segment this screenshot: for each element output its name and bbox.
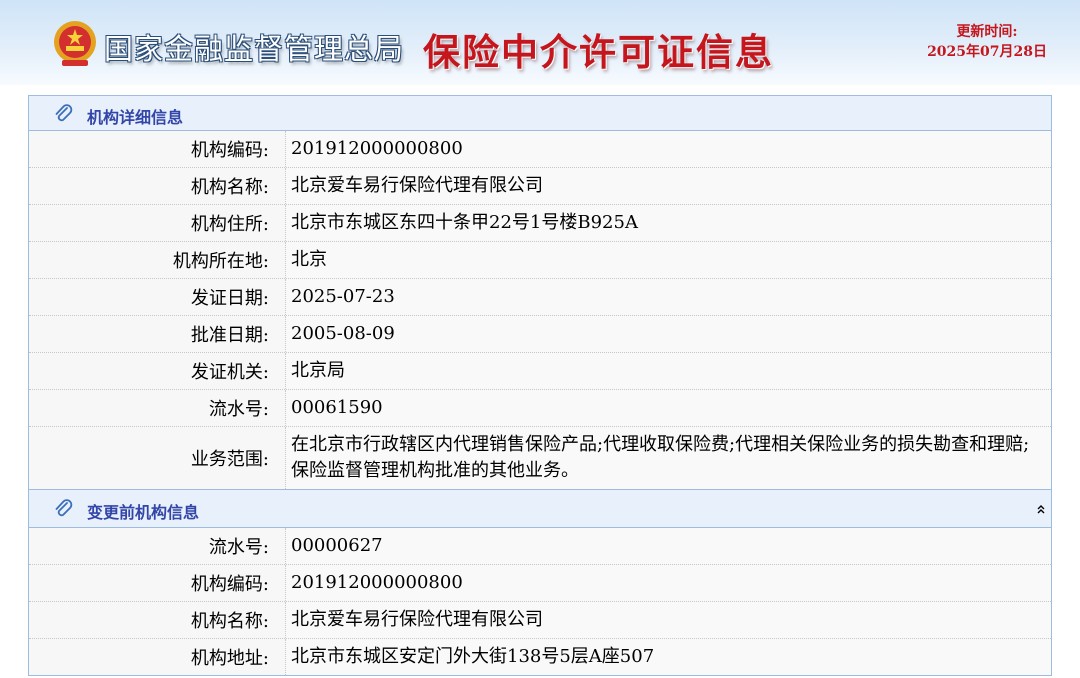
field-value: 在北京市行政辖区内代理销售保险产品;代理收取保险费;代理相关保险业务的损失勘查和… bbox=[286, 427, 1051, 489]
detail-row-serial: 流水号: 00061590 bbox=[29, 390, 1051, 427]
paperclip-icon bbox=[55, 104, 73, 122]
previous-row-name: 机构名称: 北京爱车易行保险代理有限公司 bbox=[29, 602, 1051, 639]
field-value: 2025-07-23 bbox=[286, 279, 1051, 315]
field-value: 201912000000800 bbox=[286, 131, 1051, 167]
previous-panel-header[interactable]: 变更前机构信息 bbox=[29, 489, 1051, 528]
detail-panel-header: 机构详细信息 bbox=[29, 95, 1051, 131]
previous-panel-title: 变更前机构信息 bbox=[87, 503, 200, 522]
agency-name: 国家金融监督管理总局 bbox=[104, 32, 405, 66]
field-value: 2005-08-09 bbox=[286, 316, 1051, 352]
update-label: 更新时间: bbox=[956, 24, 1018, 40]
page-title: 保险中介许可证信息 bbox=[423, 30, 774, 74]
field-label: 机构名称: bbox=[29, 168, 286, 204]
field-value: 00000627 bbox=[286, 528, 1051, 564]
field-label: 发证日期: bbox=[29, 279, 286, 315]
detail-row-scope: 业务范围: 在北京市行政辖区内代理销售保险产品;代理收取保险费;代理相关保险业务… bbox=[29, 427, 1051, 489]
collapse-chevron-icon[interactable] bbox=[1035, 503, 1047, 515]
field-label: 机构编码: bbox=[29, 131, 286, 167]
field-value: 北京爱车易行保险代理有限公司 bbox=[286, 602, 1051, 638]
detail-row-issue-date: 发证日期: 2025-07-23 bbox=[29, 279, 1051, 316]
previous-row-serial: 流水号: 00000627 bbox=[29, 528, 1051, 565]
field-value: 北京局 bbox=[286, 353, 1051, 389]
field-value: 北京市东城区安定门外大街138号5层A座507 bbox=[286, 639, 1051, 675]
field-value: 北京市东城区东四十条甲22号1号楼B925A bbox=[286, 205, 1051, 241]
national-emblem-icon bbox=[54, 21, 96, 66]
field-label: 机构名称: bbox=[29, 602, 286, 638]
update-date: 2025年07月28日 bbox=[927, 44, 1047, 60]
field-label: 业务范围: bbox=[29, 427, 286, 489]
field-label: 机构编码: bbox=[29, 565, 286, 601]
field-label: 机构地址: bbox=[29, 639, 286, 675]
detail-row-address: 机构住所: 北京市东城区东四十条甲22号1号楼B925A bbox=[29, 205, 1051, 242]
field-label: 流水号: bbox=[29, 528, 286, 564]
previous-panel: 变更前机构信息 流水号: 00000627 机构编码: 201912000000… bbox=[28, 489, 1052, 676]
previous-row-address: 机构地址: 北京市东城区安定门外大街138号5层A座507 bbox=[29, 639, 1051, 675]
detail-panel-title: 机构详细信息 bbox=[87, 108, 184, 127]
field-value: 201912000000800 bbox=[286, 565, 1051, 601]
field-label: 流水号: bbox=[29, 390, 286, 426]
detail-row-approval-date: 批准日期: 2005-08-09 bbox=[29, 316, 1051, 353]
field-label: 发证机关: bbox=[29, 353, 286, 389]
field-label: 机构住所: bbox=[29, 205, 286, 241]
paperclip-icon bbox=[55, 499, 73, 517]
detail-row-code: 机构编码: 201912000000800 bbox=[29, 131, 1051, 168]
field-value: 00061590 bbox=[286, 390, 1051, 426]
detail-panel: 机构详细信息 机构编码: 201912000000800 机构名称: 北京爱车易… bbox=[28, 95, 1052, 490]
detail-row-location: 机构所在地: 北京 bbox=[29, 242, 1051, 279]
detail-row-issuer: 发证机关: 北京局 bbox=[29, 353, 1051, 390]
detail-row-name: 机构名称: 北京爱车易行保险代理有限公司 bbox=[29, 168, 1051, 205]
previous-row-code: 机构编码: 201912000000800 bbox=[29, 565, 1051, 602]
field-value: 北京爱车易行保险代理有限公司 bbox=[286, 168, 1051, 204]
update-info: 更新时间: 2025年07月28日 bbox=[927, 22, 1047, 62]
field-label: 机构所在地: bbox=[29, 242, 286, 278]
field-label: 批准日期: bbox=[29, 316, 286, 352]
page-header: 国家金融监督管理总局 保险中介许可证信息 更新时间: 2025年07月28日 bbox=[0, 0, 1080, 85]
field-value: 北京 bbox=[286, 242, 1051, 278]
